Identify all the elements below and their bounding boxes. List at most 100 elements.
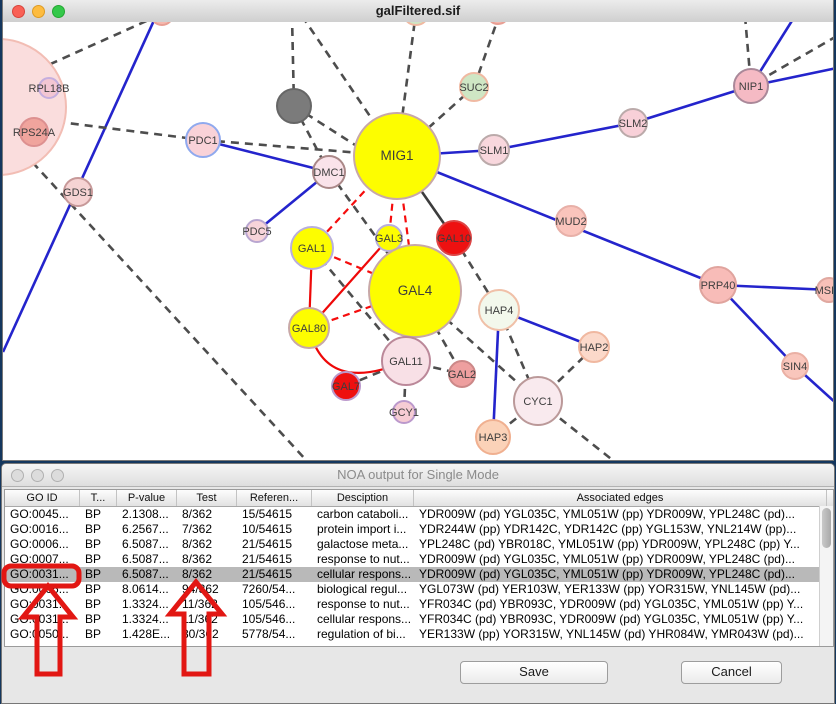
table-cell: 1.3324... xyxy=(117,612,177,627)
table-row[interactable]: GO:0031...BP6.5087...8/36221/54615cellul… xyxy=(5,567,833,582)
table-cell: GO:0031... xyxy=(5,567,80,582)
table-cell: GO:0050... xyxy=(5,627,80,642)
node-label-GAL2: GAL2 xyxy=(448,369,476,381)
node-clip-top-2[interactable] xyxy=(487,22,509,24)
table-cell: regulation of bi... xyxy=(312,627,414,642)
table-cell: YDR009W (pd) YGL035C, YML051W (pp) YDR00… xyxy=(414,507,827,522)
node-label-GAL3: GAL3 xyxy=(375,233,403,245)
column-header-associated-edges[interactable]: Associated edges xyxy=(414,490,827,506)
table-row[interactable]: GO:0050...BP1.428E...80/3625778/54...reg… xyxy=(5,627,833,642)
table-cell: GO:0031... xyxy=(5,597,80,612)
table-cell: 8.0614... xyxy=(117,582,177,597)
noa-titlebar[interactable]: NOA output for Single Mode xyxy=(2,464,834,487)
table-cell: 80/362 xyxy=(177,627,237,642)
node-label-MIG1: MIG1 xyxy=(380,148,413,163)
network-titlebar[interactable]: galFiltered.sif xyxy=(3,0,833,23)
node-label-HAP3: HAP3 xyxy=(479,432,508,444)
table-cell: 5778/54... xyxy=(237,627,312,642)
table-cell: biological regul... xyxy=(312,582,414,597)
table-cell: 21/54615 xyxy=(237,537,312,552)
table-header-row[interactable]: GO IDT...P-valueTestReferen...Desciption… xyxy=(5,490,833,507)
table-cell: 7/362 xyxy=(177,522,237,537)
table-cell: 11/362 xyxy=(177,612,237,627)
edge xyxy=(494,123,633,150)
noa-results-table: GO IDT...P-valueTestReferen...Desciption… xyxy=(4,489,834,647)
node-label-PRP40: PRP40 xyxy=(701,280,736,292)
table-cell: YER133W (pp) YOR315W, YNL145W (pd) YHR08… xyxy=(414,627,827,642)
table-cell: 8/362 xyxy=(177,537,237,552)
column-header-go-id[interactable]: GO ID xyxy=(5,490,80,506)
node-label-SIN4: SIN4 xyxy=(783,361,807,373)
column-header-desciption[interactable]: Desciption xyxy=(312,490,414,506)
table-cell: GO:0006... xyxy=(5,537,80,552)
table-cell: 2.1308... xyxy=(117,507,177,522)
node-label-RPS24A: RPS24A xyxy=(13,127,56,139)
node-big-left[interactable] xyxy=(3,39,66,175)
edge xyxy=(633,86,751,123)
table-cell: carbon cataboli... xyxy=(312,507,414,522)
node-label-GAL11: GAL11 xyxy=(389,356,422,368)
table-cell: 1.3324... xyxy=(117,597,177,612)
table-cell: BP xyxy=(80,537,117,552)
table-cell: 7260/54... xyxy=(237,582,312,597)
cancel-button[interactable]: Cancel xyxy=(681,661,782,684)
table-cell: BP xyxy=(80,552,117,567)
table-cell: 21/54615 xyxy=(237,567,312,582)
save-button[interactable]: Save xyxy=(460,661,608,684)
table-cell: 6.5087... xyxy=(117,552,177,567)
table-cell: 8/362 xyxy=(177,507,237,522)
node-label-GAL4: GAL4 xyxy=(398,283,433,298)
table-cell: galactose meta... xyxy=(312,537,414,552)
table-cell: BP xyxy=(80,567,117,582)
network-canvas[interactable]: RPL18BRPS24AGDS1PDC1PDC5DMC1MIG1SUC2SLM1… xyxy=(3,22,834,461)
table-row[interactable]: GO:0006...BP6.5087...8/36221/54615galact… xyxy=(5,537,833,552)
table-cell: 105/546... xyxy=(237,597,312,612)
table-cell: 6.5087... xyxy=(117,537,177,552)
table-cell: 8/362 xyxy=(177,552,237,567)
node-label-PDC5: PDC5 xyxy=(242,226,271,238)
table-cell: 94/362 xyxy=(177,582,237,597)
table-cell: protein import i... xyxy=(312,522,414,537)
node-gray-node[interactable] xyxy=(277,89,311,123)
table-cell: YFR034C (pd) YBR093C, YDR009W (pd) YGL03… xyxy=(414,612,827,627)
table-row[interactable]: GO:0031...BP1.3324...11/362105/546...cel… xyxy=(5,612,833,627)
table-row[interactable]: GO:0045...BP2.1308...8/36215/54615carbon… xyxy=(5,507,833,522)
table-cell: GO:0007... xyxy=(5,552,80,567)
scrollbar-thumb[interactable] xyxy=(822,508,831,548)
node-clip-top-1[interactable] xyxy=(151,22,173,25)
table-cell: BP xyxy=(80,522,117,537)
table-cell: BP xyxy=(80,597,117,612)
column-header-t-[interactable]: T... xyxy=(80,490,117,506)
table-cell: BP xyxy=(80,582,117,597)
column-header-test[interactable]: Test xyxy=(177,490,237,506)
table-row[interactable]: GO:0065...BP8.0614...94/3627260/54...bio… xyxy=(5,582,833,597)
noa-window-title: NOA output for Single Mode xyxy=(2,467,834,482)
table-cell: YFR034C (pd) YBR093C, YDR009W (pd) YGL03… xyxy=(414,597,827,612)
table-cell: YDR009W (pd) YGL035C, YML051W (pp) YDR00… xyxy=(414,552,827,567)
node-label-NIP1: NIP1 xyxy=(739,81,763,93)
table-cell: YDR009W (pd) YGL035C, YML051W (pp) YDR00… xyxy=(414,567,827,582)
table-cell: cellular respons... xyxy=(312,612,414,627)
column-header-p-value[interactable]: P-value xyxy=(117,490,177,506)
column-header-referen-[interactable]: Referen... xyxy=(237,490,312,506)
node-clip-top-green[interactable] xyxy=(403,22,429,25)
table-cell: response to nut... xyxy=(312,552,414,567)
node-label-RPL18B: RPL18B xyxy=(29,83,70,95)
node-label-GDS1: GDS1 xyxy=(63,187,93,199)
table-row[interactable]: GO:0007...BP6.5087...8/36221/54615respon… xyxy=(5,552,833,567)
network-window: galFiltered.sif RPL18B RPS24A GDS1 PDC1 PDC5… xyxy=(2,0,834,461)
table-cell: cellular respons... xyxy=(312,567,414,582)
node-label-GAL80: GAL80 xyxy=(292,323,326,335)
node-label-HAP4: HAP4 xyxy=(485,305,514,317)
table-cell: BP xyxy=(80,627,117,642)
node-label-GAL10: GAL10 xyxy=(437,233,471,245)
table-cell: 105/546... xyxy=(237,612,312,627)
node-label-PDC1: PDC1 xyxy=(188,135,217,147)
table-cell: GO:0065... xyxy=(5,582,80,597)
table-row[interactable]: GO:0016...BP6.2567...7/36210/54615protei… xyxy=(5,522,833,537)
table-cell: 8/362 xyxy=(177,567,237,582)
node-label-SUC2: SUC2 xyxy=(459,82,488,94)
table-cell: YDR244W (pp) YDR142C, YDR142C (pp) YGL15… xyxy=(414,522,827,537)
table-scrollbar[interactable] xyxy=(819,506,833,646)
table-row[interactable]: GO:0031...BP1.3324...11/362105/546...res… xyxy=(5,597,833,612)
